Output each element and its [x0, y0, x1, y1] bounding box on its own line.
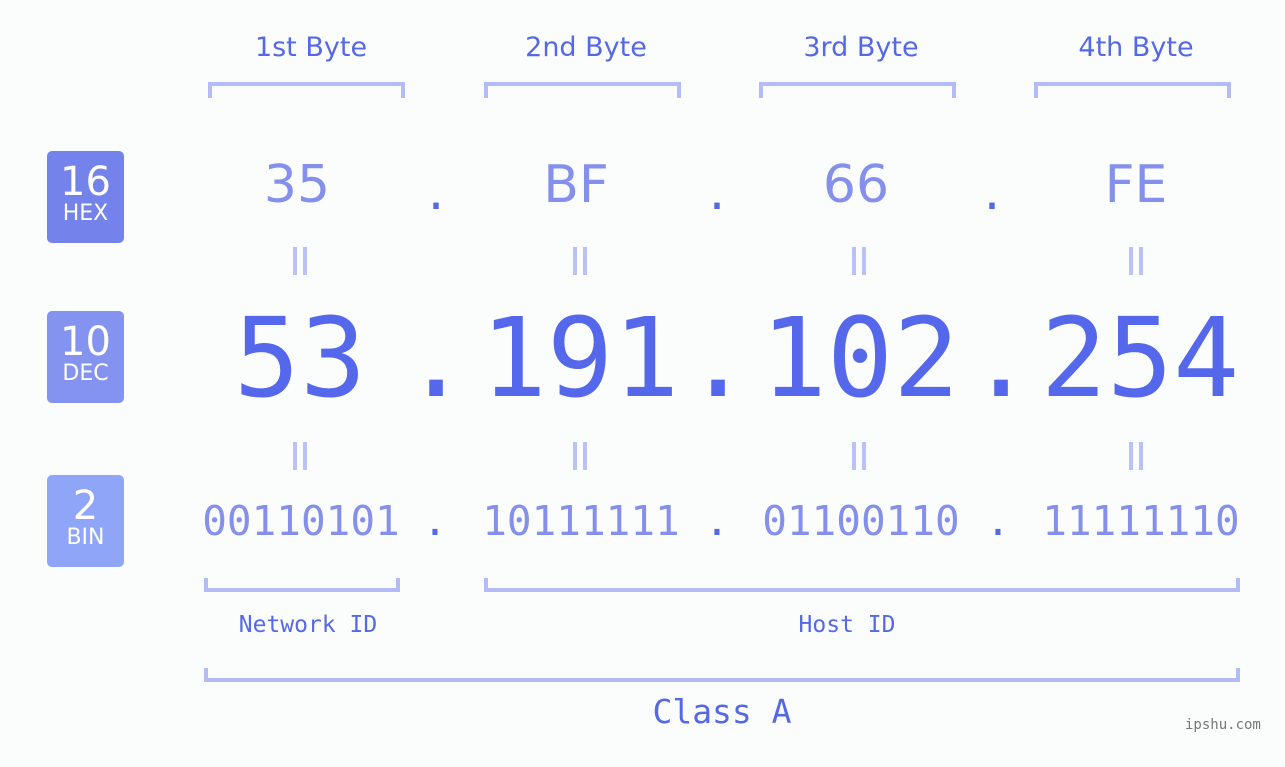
hex-value-1: 35 [263, 155, 331, 215]
equals-icon [839, 442, 879, 470]
bin-value-2: 10111111 [482, 497, 680, 545]
byte-bracket-3 [759, 82, 956, 98]
bin-value-3: 01100110 [762, 497, 960, 545]
bin-base-number: 2 [72, 483, 99, 529]
bin-separator-2: . [704, 497, 730, 545]
bin-separator-1: . [422, 497, 448, 545]
dec-base-label: DEC [62, 361, 109, 386]
hex-separator-2: . [708, 162, 726, 222]
bin-base-label: BIN [66, 525, 105, 550]
equals-icon [1116, 247, 1156, 275]
dec-base-number: 10 [60, 319, 111, 365]
hex-base-number: 16 [60, 159, 111, 205]
hex-value-3: 66 [822, 155, 890, 215]
bin-value-4: 11111110 [1042, 497, 1240, 545]
watermark: ipshu.com [1185, 717, 1261, 733]
dec-value-3: 102 [760, 294, 960, 422]
byte-label-2: 2nd Byte [525, 32, 647, 63]
byte-bracket-2 [484, 82, 681, 98]
class-bracket [204, 668, 1240, 682]
equals-icon [560, 442, 600, 470]
dec-separator-1: . [403, 294, 470, 422]
equals-icon [280, 247, 320, 275]
network-id-label: Network ID [238, 612, 378, 638]
dec-value-1: 53 [233, 294, 367, 422]
equals-icon [1116, 442, 1156, 470]
host-id-label: Host ID [798, 612, 896, 638]
hex-value-2: BF [543, 155, 609, 215]
byte-label-3: 3rd Byte [803, 32, 919, 63]
class-label: Class A [652, 692, 792, 731]
dec-value-2: 191 [480, 294, 680, 422]
byte-bracket-4 [1034, 82, 1231, 98]
hex-separator-3: . [983, 162, 1001, 222]
bin-badge: 2 BIN [47, 475, 124, 567]
host-id-bracket [484, 578, 1240, 592]
bin-value-1: 00110101 [202, 497, 400, 545]
equals-icon [280, 442, 320, 470]
dec-value-4: 254 [1040, 294, 1240, 422]
dec-separator-3: . [968, 294, 1035, 422]
hex-base-label: HEX [62, 201, 109, 226]
hex-separator-1: . [427, 162, 445, 222]
byte-bracket-1 [208, 82, 405, 98]
bin-separator-3: . [985, 497, 1011, 545]
hex-value-4: FE [1104, 155, 1168, 215]
dec-separator-2: . [685, 294, 752, 422]
hex-badge: 16 HEX [47, 151, 124, 243]
equals-icon [839, 247, 879, 275]
network-id-bracket [204, 578, 400, 592]
equals-icon [560, 247, 600, 275]
dec-badge: 10 DEC [47, 311, 124, 403]
byte-label-1: 1st Byte [254, 32, 368, 63]
byte-label-4: 4th Byte [1078, 32, 1194, 63]
